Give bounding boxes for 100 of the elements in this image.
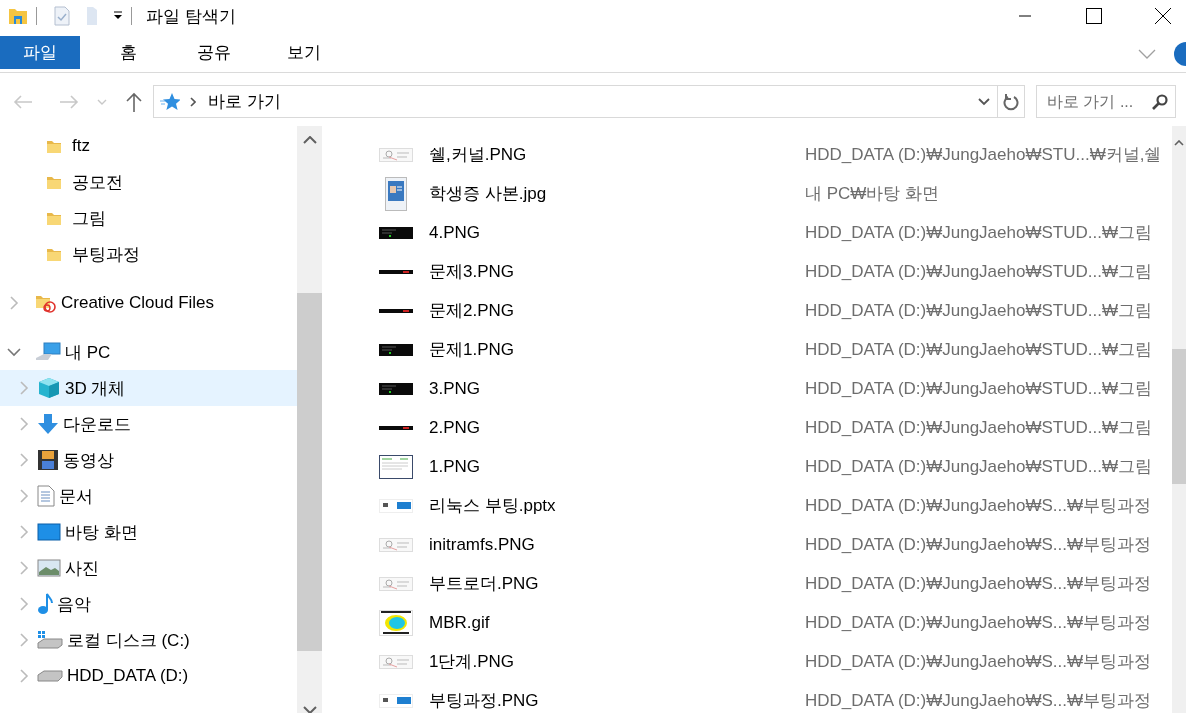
collapsed-chevron-icon[interactable]: [17, 669, 31, 683]
file-location: HDD_DATA (D:)₩JungJaeho₩STUD...₩그림: [805, 261, 1153, 283]
disk-diagram-thumbnail: [379, 609, 413, 636]
landscape-picture-icon: [37, 559, 61, 577]
file-row[interactable]: 부트로더.PNG HDD_DATA (D:)₩JungJaeho₩S...₩부팅과정: [322, 564, 1172, 603]
diagram-thumbnail: [379, 537, 413, 552]
expanded-chevron-icon[interactable]: [7, 345, 21, 359]
file-row[interactable]: 1단계.PNG HDD_DATA (D:)₩JungJaeho₩S...₩부팅과정: [322, 642, 1172, 681]
scrollbar[interactable]: [1172, 126, 1186, 713]
scrollbar-thumb[interactable]: [1172, 349, 1186, 484]
file-row[interactable]: 부팅과정.PNG HDD_DATA (D:)₩JungJaeho₩S...₩부팅과정: [322, 681, 1172, 713]
scroll-up-icon[interactable]: [1174, 140, 1184, 146]
checkmark-document-icon[interactable]: [53, 6, 71, 26]
file-name: 1.PNG: [429, 456, 481, 477]
file-row[interactable]: MBR.gif HDD_DATA (D:)₩JungJaeho₩S...₩부팅과정: [322, 603, 1172, 642]
chevron-right-icon[interactable]: [190, 96, 196, 107]
up-button[interactable]: [125, 91, 143, 112]
collapsed-chevron-icon[interactable]: [7, 296, 21, 310]
tree-item[interactable]: 음악: [0, 586, 297, 622]
tree-item[interactable]: 바탕 화면: [0, 514, 297, 550]
tree-item[interactable]: 로컬 디스크 (C:): [0, 622, 297, 658]
tree-item[interactable]: Creative Cloud Files: [0, 285, 297, 321]
file-location: HDD_DATA (D:)₩JungJaeho₩STUD...₩그림: [805, 378, 1153, 400]
file-name: 부팅과정.PNG: [429, 690, 539, 712]
file-row[interactable]: initramfs.PNG HDD_DATA (D:)₩JungJaeho₩S...₩부팅과정: [322, 525, 1172, 564]
tree-item[interactable]: HDD_DATA (D:): [0, 658, 297, 694]
file-name: 리눅스 부팅.pptx: [429, 495, 556, 517]
file-name: 부트로더.PNG: [429, 573, 539, 595]
recent-locations-button[interactable]: [97, 98, 107, 105]
help-icon[interactable]: [1174, 42, 1186, 66]
computer-icon: [35, 342, 61, 362]
scroll-down-icon[interactable]: [302, 706, 317, 713]
tree-item[interactable]: 동영상: [0, 442, 297, 478]
file-row[interactable]: 문제3.PNG HDD_DATA (D:)₩JungJaeho₩STUD...₩그림: [322, 252, 1172, 291]
minimize-icon: [1019, 15, 1031, 17]
tree-item[interactable]: 다운로드: [0, 406, 297, 442]
file-row[interactable]: 쉘,커널.PNG HDD_DATA (D:)₩JungJaeho₩STU...₩커널,쉘: [322, 135, 1172, 174]
ribbon-tab[interactable]: 공유: [171, 36, 257, 69]
collapsed-chevron-icon[interactable]: [17, 561, 31, 575]
ribbon-tab[interactable]: 홈: [94, 36, 163, 69]
diagram-thumbnail: [379, 576, 413, 591]
back-button[interactable]: [13, 93, 33, 110]
file-location: HDD_DATA (D:)₩JungJaeho₩STUD...₩그림: [805, 300, 1153, 322]
forward-button[interactable]: [59, 93, 79, 110]
terminal-thumbnail: [379, 308, 413, 313]
chevron-down-icon: [97, 98, 107, 105]
folder-item[interactable]: ftz: [0, 128, 297, 164]
file-location: HDD_DATA (D:)₩JungJaeho₩STUD...₩그림: [805, 456, 1153, 478]
slide-thumbnail: [379, 498, 413, 513]
file-row[interactable]: 학생증 사본.jpg 내 PC₩바탕 화면: [322, 174, 1172, 213]
collapsed-chevron-icon[interactable]: [17, 381, 31, 395]
file-name: 4.PNG: [429, 222, 481, 243]
slide-thumbnail: [379, 693, 413, 708]
file-location: HDD_DATA (D:)₩JungJaeho₩S...₩부팅과정: [805, 651, 1153, 673]
collapsed-chevron-icon[interactable]: [17, 525, 31, 539]
search-field[interactable]: 바로 가기 ...: [1036, 85, 1176, 118]
tree-item[interactable]: 내 PC: [0, 334, 297, 370]
music-note-icon: [37, 593, 53, 615]
scroll-up-icon[interactable]: [302, 136, 317, 144]
desktop-icon: [37, 523, 61, 541]
file-row[interactable]: 문제1.PNG HDD_DATA (D:)₩JungJaeho₩STUD...₩그림: [322, 330, 1172, 369]
chevron-down-icon[interactable]: [978, 97, 990, 106]
dropdown-caret-icon[interactable]: [113, 11, 123, 21]
file-row[interactable]: 3.PNG HDD_DATA (D:)₩JungJaeho₩STUD...₩그림: [322, 369, 1172, 408]
folder-item[interactable]: 공모전: [0, 164, 297, 200]
file-name: 문제1.PNG: [429, 339, 515, 361]
collapsed-chevron-icon[interactable]: [17, 597, 31, 611]
drive-icon: [37, 670, 63, 682]
file-row[interactable]: 2.PNG HDD_DATA (D:)₩JungJaeho₩STUD...₩그림: [322, 408, 1172, 447]
id-card-thumbnail: [385, 176, 407, 211]
file-location: HDD_DATA (D:)₩JungJaeho₩S...₩부팅과정: [805, 612, 1153, 634]
up-arrow-icon: [125, 91, 143, 112]
scrollbar[interactable]: [297, 126, 322, 713]
file-location: HDD_DATA (D:)₩JungJaeho₩STUD...₩그림: [805, 417, 1153, 439]
ribbon-tab[interactable]: 보기: [261, 36, 347, 69]
collapsed-chevron-icon[interactable]: [17, 489, 31, 503]
document-icon: [37, 485, 55, 507]
file-row[interactable]: 4.PNG HDD_DATA (D:)₩JungJaeho₩STUD...₩그림: [322, 213, 1172, 252]
collapsed-chevron-icon[interactable]: [17, 417, 31, 431]
cube-icon: [37, 377, 61, 399]
folder-item[interactable]: 부팅과정: [0, 236, 297, 272]
file-row[interactable]: 문제2.PNG HDD_DATA (D:)₩JungJaeho₩STUD...₩그림: [322, 291, 1172, 330]
folder-item[interactable]: 그림: [0, 200, 297, 236]
file-row[interactable]: 리눅스 부팅.pptx HDD_DATA (D:)₩JungJaeho₩S...₩부팅과정: [322, 486, 1172, 525]
file-name: MBR.gif: [429, 612, 490, 633]
tree-item[interactable]: 3D 개체: [0, 370, 297, 406]
scrollbar-thumb[interactable]: [297, 293, 322, 651]
collapsed-chevron-icon[interactable]: [17, 453, 31, 467]
file-location: HDD_DATA (D:)₩JungJaeho₩S...₩부팅과정: [805, 690, 1153, 712]
close-icon: [1155, 8, 1171, 24]
file-row[interactable]: 1.PNG HDD_DATA (D:)₩JungJaeho₩STUD...₩그림: [322, 447, 1172, 486]
tree-item[interactable]: 사진: [0, 550, 297, 586]
ribbon-tab[interactable]: 파일: [0, 36, 80, 69]
file-location: HDD_DATA (D:)₩JungJaeho₩S...₩부팅과정: [805, 495, 1153, 517]
search-icon[interactable]: [1152, 94, 1168, 110]
tree-item[interactable]: 문서: [0, 478, 297, 514]
terminal-thumbnail: [379, 226, 413, 239]
refresh-icon: [1003, 92, 1019, 111]
collapsed-chevron-icon[interactable]: [17, 633, 31, 647]
file-name: 문제3.PNG: [429, 261, 515, 283]
